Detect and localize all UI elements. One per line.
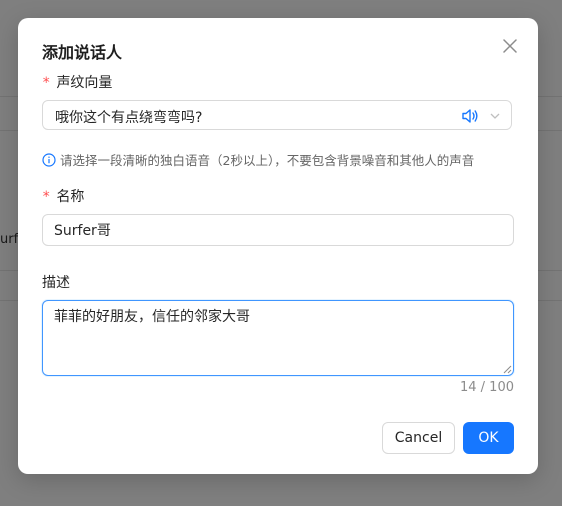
description-label: 描述 (42, 275, 70, 291)
description-textarea[interactable]: 菲菲的好朋友，信任的邻家大哥 (42, 300, 514, 376)
cancel-button[interactable]: Cancel (382, 422, 455, 454)
name-label-text: 名称 (56, 189, 85, 205)
character-counter: 14 / 100 (460, 380, 514, 395)
dialog-title: 添加说话人 (42, 43, 123, 62)
voice-vector-label-text: 声纹向量 (56, 75, 113, 91)
voice-vector-label: * 声纹向量 (42, 72, 112, 92)
resize-handle-icon[interactable] (502, 364, 512, 374)
required-mark: * (42, 75, 51, 91)
ok-button[interactable]: OK (463, 422, 514, 454)
chevron-down-icon[interactable] (489, 110, 501, 122)
voice-vector-select[interactable]: 哦你这个有点绕弯弯吗? (42, 100, 512, 130)
voice-hint-text: 请选择一段清晰的独白语音（2秒以上），不要包含背景噪音和其他人的声音 (60, 153, 475, 168)
name-label: * 名称 (42, 186, 84, 206)
close-icon[interactable] (500, 36, 520, 56)
name-input[interactable] (42, 214, 514, 246)
voice-vector-value: 哦你这个有点绕弯弯吗? (55, 110, 203, 126)
voice-hint: 请选择一段清晰的独白语音（2秒以上），不要包含背景噪音和其他人的声音 (42, 150, 474, 169)
required-mark: * (42, 189, 51, 205)
add-speaker-dialog: 添加说话人 * 声纹向量 哦你这个有点绕弯弯吗? 请选择一段清晰的独白语音（2秒以… (18, 18, 538, 474)
speaker-icon[interactable] (461, 108, 479, 124)
info-icon (42, 152, 56, 167)
